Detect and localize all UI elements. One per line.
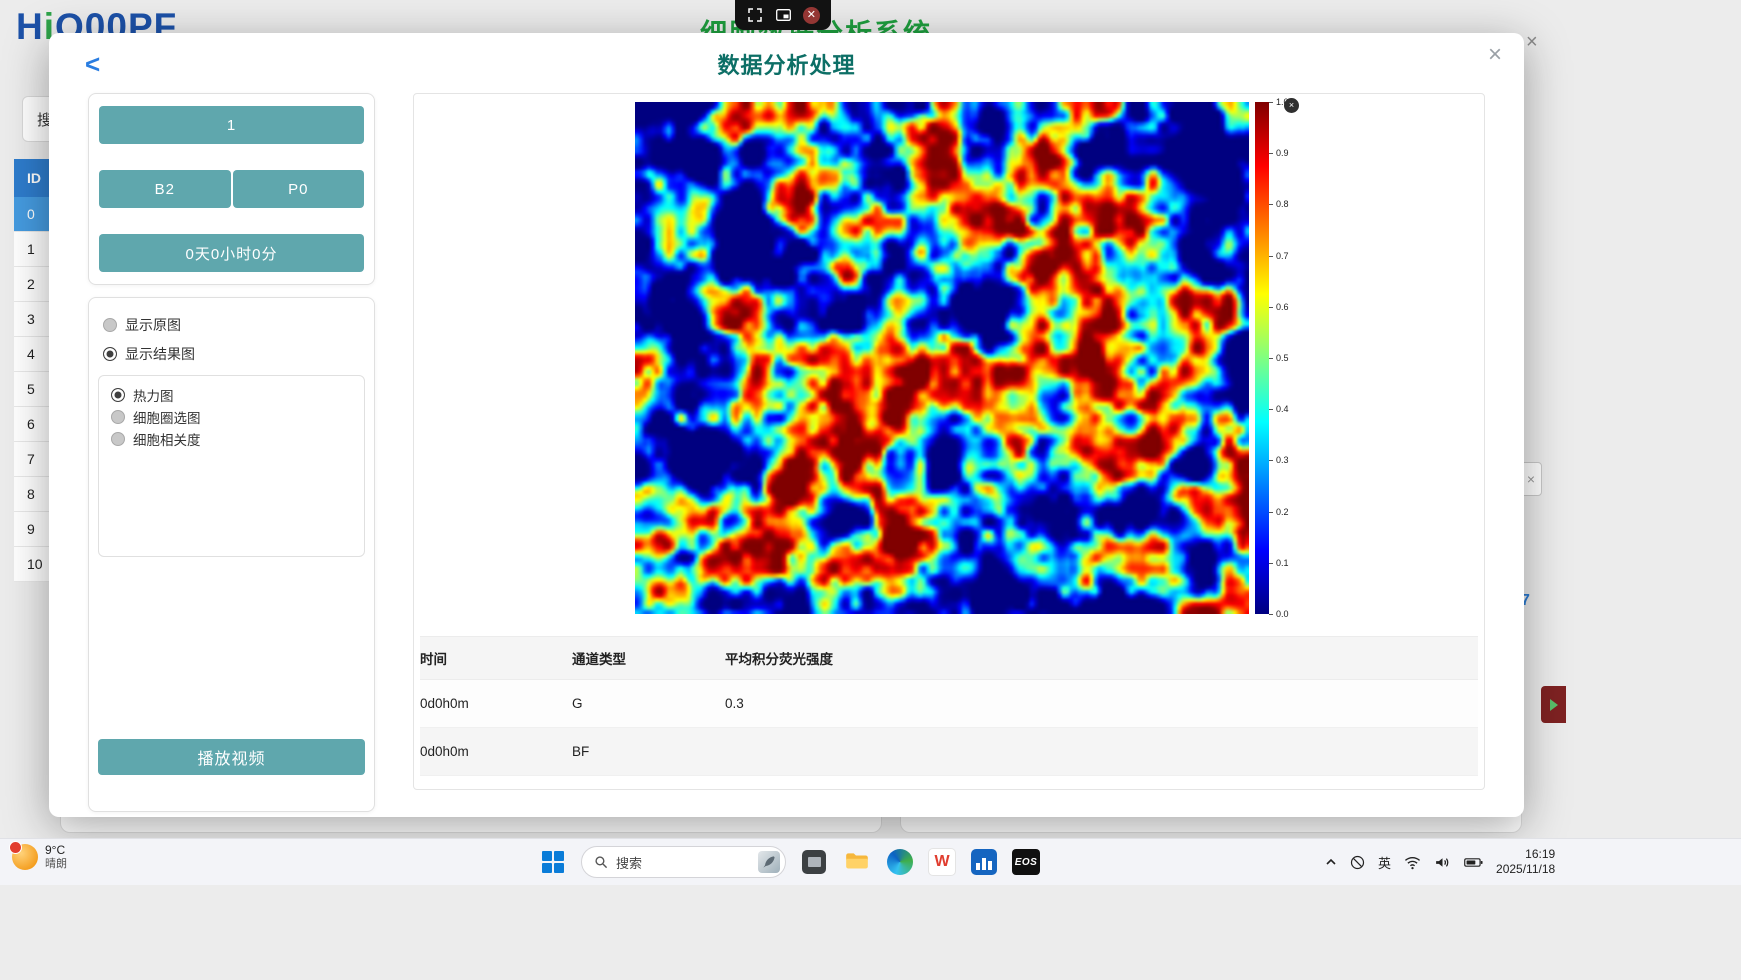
result-table-cell: 0d0h0m	[420, 744, 572, 759]
radio-icon[interactable]	[111, 432, 125, 446]
colorbar-tick-label: 0.6	[1272, 302, 1289, 312]
result-table-header-cell: 平均积分荧光强度	[725, 648, 1478, 668]
radio-icon[interactable]	[111, 410, 125, 424]
elapsed-time-button[interactable]: 0天0小时0分	[99, 234, 364, 272]
result-table-body: 0d0h0mG0.30d0h0mBF	[420, 680, 1478, 776]
play-glyph-icon	[1550, 699, 1558, 711]
display-mode-radios: 显示原图显示结果图	[89, 310, 374, 368]
file-explorer-icon[interactable]	[842, 847, 872, 877]
search-icon	[594, 855, 608, 869]
screen: HiQ00PF 细胞数据分析系统 搜索 ID 012345678910 × × …	[0, 0, 1741, 980]
result-table-cell: G	[572, 696, 725, 711]
tray-time: 16:19	[1525, 847, 1555, 862]
radio-option[interactable]: 细胞圈选图	[103, 406, 360, 428]
radio-option[interactable]: 显示结果图	[89, 339, 374, 368]
pip-window-icon[interactable]	[774, 6, 792, 24]
colorbar-tick-label: 0.1	[1272, 558, 1289, 568]
result-type-radios: 热力图细胞圈选图细胞相关度	[103, 384, 360, 450]
colorbar-tick-label: 0.7	[1272, 251, 1289, 261]
dialog-title: 数据分析处理	[49, 48, 1524, 80]
tray-chevron-icon[interactable]	[1325, 856, 1337, 868]
position-button[interactable]: P0	[233, 170, 365, 208]
taskbar: 9°C 晴朗 搜索 W EOS	[0, 838, 1741, 885]
colorbar-ticks: 1.00.90.80.70.60.50.40.30.20.10.0	[1272, 102, 1302, 614]
weather-condition: 晴朗	[45, 858, 67, 871]
clear-icon[interactable]: ×	[1527, 471, 1535, 487]
radio-label: 细胞圈选图	[133, 407, 201, 427]
data-analysis-dialog: < 数据分析处理 × 1 B2 P0 0天0小时0分 显示原图显示结果图 热力图…	[49, 33, 1524, 817]
result-type-panel: 热力图细胞圈选图细胞相关度	[98, 375, 365, 557]
taskbar-tray: 英 16:19 2025/11/18	[1325, 839, 1555, 885]
colorbar-tick-label: 0.2	[1272, 507, 1289, 517]
edge-browser-icon[interactable]	[885, 847, 915, 877]
weather-widget[interactable]: 9°C 晴朗	[12, 844, 67, 870]
colorbar-tick-label: 0.3	[1272, 455, 1289, 465]
taskbar-center: 搜索 W EOS	[538, 839, 1040, 885]
ime-indicator[interactable]: 英	[1378, 853, 1391, 872]
radio-label: 显示结果图	[125, 344, 195, 364]
radio-option[interactable]: 显示原图	[89, 310, 374, 339]
result-table-header: 时间通道类型平均积分荧光强度	[420, 636, 1478, 680]
row-button[interactable]: B2	[99, 170, 231, 208]
wifi-icon[interactable]	[1404, 855, 1421, 870]
result-table: 时间通道类型平均积分荧光强度 0d0h0mG0.30d0h0mBF	[420, 636, 1478, 776]
weather-alert-dot	[9, 841, 22, 854]
taskbar-search-label: 搜索	[616, 853, 750, 872]
result-table-row: 0d0h0mG0.3	[420, 680, 1478, 728]
tray-date: 2025/11/18	[1496, 862, 1555, 877]
radio-label: 显示原图	[125, 315, 181, 335]
result-table-cell: BF	[572, 744, 725, 759]
colorbar-tick-label: 0.5	[1272, 353, 1289, 363]
eos-app-icon[interactable]: EOS	[1012, 849, 1040, 875]
app-icon-window[interactable]	[799, 847, 829, 877]
weather-icon	[12, 844, 38, 870]
battery-icon[interactable]	[1464, 856, 1483, 869]
play-video-button[interactable]: 播放视频	[98, 739, 365, 775]
radio-icon[interactable]	[103, 318, 117, 332]
weather-temperature: 9°C	[45, 844, 67, 858]
taskbar-search-box[interactable]: 搜索	[581, 846, 786, 878]
dialog-close-icon[interactable]: ×	[1481, 41, 1509, 69]
colorbar-tick-label: 0.8	[1272, 199, 1289, 209]
colorbar-tick-label: 0.9	[1272, 148, 1289, 158]
status-crossed-circle-icon[interactable]	[1350, 855, 1365, 870]
fullscreen-icon[interactable]	[746, 6, 764, 24]
chart-app-icon[interactable]	[969, 847, 999, 877]
result-table-header-cell: 通道类型	[572, 648, 725, 668]
result-table-cell: 0.3	[725, 696, 1478, 711]
colorbar-tick-label: 0.4	[1272, 404, 1289, 414]
floating-widget[interactable]	[1541, 686, 1566, 723]
result-table-header-cell: 时间	[420, 648, 572, 668]
radio-selected-icon[interactable]	[111, 388, 125, 402]
clock-widget[interactable]: 16:19 2025/11/18	[1496, 847, 1555, 877]
sample-info-panel: 1 B2 P0 0天0小时0分	[88, 93, 375, 285]
colorbar-close-icon[interactable]: ×	[1284, 98, 1299, 113]
background-close-icon[interactable]: ×	[1526, 31, 1538, 54]
windows-logo-icon	[542, 851, 564, 873]
colorbar	[1255, 102, 1269, 614]
result-table-cell: 0d0h0m	[420, 696, 572, 711]
start-button[interactable]	[538, 847, 568, 877]
heatmap-image	[635, 102, 1249, 614]
viewer-panel: 1.00.90.80.70.60.50.40.30.20.10.0 × 时间通道…	[413, 93, 1485, 790]
colorbar-tick-label: 0.0	[1272, 609, 1289, 619]
capture-toolbar: ✕	[735, 0, 831, 30]
wps-icon[interactable]: W	[928, 848, 956, 876]
radio-selected-icon[interactable]	[103, 347, 117, 361]
well-button[interactable]: 1	[99, 106, 364, 144]
result-table-row: 0d0h0mBF	[420, 728, 1478, 776]
radio-option[interactable]: 细胞相关度	[103, 428, 360, 450]
volume-icon[interactable]	[1434, 855, 1451, 870]
capture-close-icon[interactable]: ✕	[803, 7, 820, 24]
radio-label: 热力图	[133, 385, 174, 405]
search-highlight-icon	[758, 851, 780, 873]
radio-label: 细胞相关度	[133, 429, 201, 449]
radio-option[interactable]: 热力图	[103, 384, 360, 406]
display-options-panel: 显示原图显示结果图 热力图细胞圈选图细胞相关度 播放视频	[88, 297, 375, 812]
